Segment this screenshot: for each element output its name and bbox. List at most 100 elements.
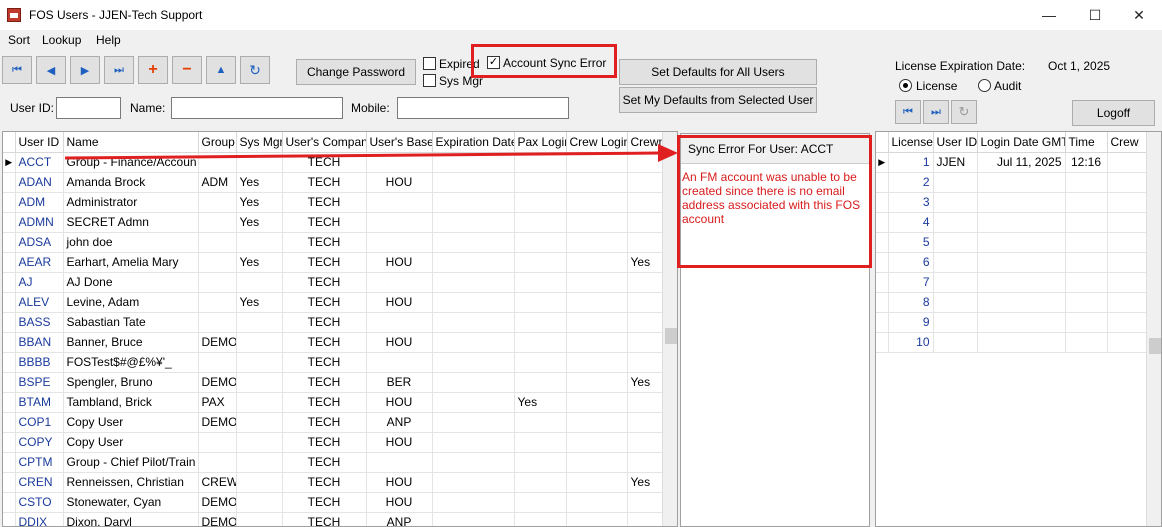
table-cell[interactable]: john doe (63, 232, 199, 253)
table-cell[interactable] (432, 192, 515, 213)
table-cell[interactable] (566, 432, 628, 453)
table-cell[interactable] (198, 252, 237, 273)
table-cell[interactable] (198, 432, 237, 453)
table-row[interactable]: BBAN Banner, Bruce DEMO TECH HOU (3, 332, 664, 353)
table-cell[interactable]: HOU (366, 252, 433, 273)
table-row[interactable]: BBBB FOSTest$#@£%¥'_ TECH (3, 352, 664, 373)
table-cell[interactable]: AEAR (15, 252, 64, 273)
audit-radio[interactable] (978, 79, 991, 92)
table-cell[interactable] (627, 332, 664, 353)
table-cell[interactable]: COPY (15, 432, 64, 453)
table-cell[interactable] (514, 452, 567, 473)
table-cell[interactable] (198, 352, 237, 373)
table-cell[interactable] (432, 492, 515, 513)
table-cell[interactable]: BASS (15, 312, 64, 333)
table-cell[interactable] (432, 252, 515, 273)
table-cell[interactable]: FOSTest$#@£%¥'_ (63, 352, 199, 373)
table-cell[interactable] (977, 272, 1066, 293)
table-cell[interactable] (1107, 232, 1147, 253)
table-cell[interactable] (1107, 312, 1147, 333)
table-cell[interactable] (566, 412, 628, 433)
table-cell[interactable] (236, 432, 283, 453)
table-cell[interactable] (566, 272, 628, 293)
maximize-button[interactable]: ☐ (1072, 0, 1118, 30)
table-cell[interactable]: ADMN (15, 212, 64, 233)
table-cell[interactable] (198, 292, 237, 313)
table-cell[interactable] (432, 212, 515, 233)
table-row[interactable]: 7 (876, 272, 1147, 293)
license-scroll-thumb[interactable] (1149, 338, 1161, 354)
table-cell[interactable]: Stonewater, Cyan (63, 492, 199, 513)
table-cell[interactable]: JJEN (933, 152, 978, 173)
expired-checkbox[interactable] (423, 57, 436, 70)
table-cell[interactable]: BBBB (15, 352, 64, 373)
table-cell[interactable] (627, 512, 664, 526)
table-cell[interactable] (566, 452, 628, 473)
table-row[interactable]: CSTO Stonewater, Cyan DEMO TECH HOU (3, 492, 664, 513)
table-cell[interactable] (1107, 332, 1147, 353)
table-cell[interactable] (514, 232, 567, 253)
table-row[interactable]: AEAR Earhart, Amelia Mary Yes TECH HOU Yes (3, 252, 664, 273)
license-column-header[interactable]: Time (1065, 132, 1108, 153)
table-cell[interactable]: ALEV (15, 292, 64, 313)
table-cell[interactable] (514, 252, 567, 273)
table-cell[interactable] (566, 352, 628, 373)
user-id-input[interactable] (56, 97, 121, 119)
table-cell[interactable] (627, 432, 664, 453)
menu-lookup[interactable]: Lookup (42, 33, 81, 47)
table-row[interactable]: 4 (876, 212, 1147, 233)
table-cell[interactable] (236, 452, 283, 473)
table-cell[interactable] (566, 292, 628, 313)
table-cell[interactable]: Spengler, Bruno (63, 372, 199, 393)
add-record-button[interactable]: + (138, 56, 168, 84)
table-cell[interactable]: Administrator (63, 192, 199, 213)
table-cell[interactable] (977, 252, 1066, 273)
table-cell[interactable] (514, 212, 567, 233)
table-cell[interactable]: Renneissen, Christian (63, 472, 199, 493)
table-cell[interactable] (933, 232, 978, 253)
table-cell[interactable]: PAX (198, 392, 237, 413)
table-cell[interactable]: Jul 11, 2025 (977, 152, 1066, 173)
table-cell[interactable]: TECH (282, 332, 367, 353)
license-radio[interactable] (899, 79, 912, 92)
table-cell[interactable] (977, 292, 1066, 313)
table-cell[interactable] (236, 492, 283, 513)
refresh-button[interactable]: ↻ (240, 56, 270, 84)
table-cell[interactable] (566, 312, 628, 333)
table-cell[interactable] (627, 312, 664, 333)
table-cell[interactable] (1107, 252, 1147, 273)
table-cell[interactable]: Yes (514, 392, 567, 413)
table-cell[interactable]: Earhart, Amelia Mary (63, 252, 199, 273)
table-row[interactable]: 10 (876, 332, 1147, 353)
table-cell[interactable] (977, 232, 1066, 253)
menu-sort[interactable]: Sort (8, 33, 30, 47)
table-cell[interactable] (566, 212, 628, 233)
table-cell[interactable]: ANP (366, 412, 433, 433)
table-cell[interactable]: 6 (888, 252, 934, 273)
table-cell[interactable] (198, 312, 237, 333)
table-cell[interactable]: ADM (198, 172, 237, 193)
table-cell[interactable] (236, 312, 283, 333)
table-cell[interactable]: Yes (627, 252, 664, 273)
table-cell[interactable] (236, 232, 283, 253)
table-cell[interactable] (933, 252, 978, 273)
license-first-button[interactable]: ⏮ (895, 100, 921, 124)
table-cell[interactable] (977, 212, 1066, 233)
table-cell[interactable]: CSTO (15, 492, 64, 513)
license-column-header[interactable]: License (888, 132, 934, 153)
table-cell[interactable]: HOU (366, 492, 433, 513)
table-cell[interactable] (366, 312, 433, 333)
table-cell[interactable]: HOU (366, 172, 433, 193)
table-cell[interactable]: 8 (888, 292, 934, 313)
table-cell[interactable] (514, 412, 567, 433)
table-row[interactable]: BSPE Spengler, Bruno DEMO TECH BER Yes (3, 372, 664, 393)
table-cell[interactable]: TECH (282, 472, 367, 493)
table-cell[interactable] (432, 412, 515, 433)
table-cell[interactable] (566, 252, 628, 273)
table-cell[interactable]: DEMO (198, 492, 237, 513)
table-cell[interactable]: HOU (366, 332, 433, 353)
table-cell[interactable] (236, 412, 283, 433)
table-cell[interactable] (627, 352, 664, 373)
table-cell[interactable]: TECH (282, 372, 367, 393)
table-cell[interactable] (1065, 212, 1108, 233)
